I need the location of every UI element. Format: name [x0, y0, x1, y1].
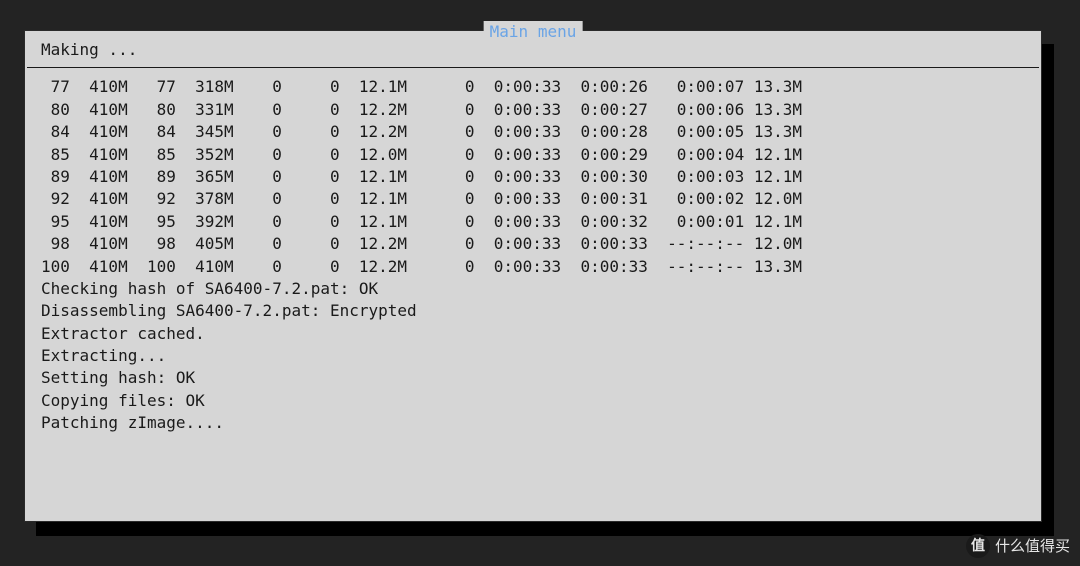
- progress-row: 85 410M 85 352M 0 0 12.0M 0 0:00:33 0:00…: [41, 144, 1025, 166]
- progress-row: 92 410M 92 378M 0 0 12.1M 0 0:00:33 0:00…: [41, 188, 1025, 210]
- status-line: Disassembling SA6400-7.2.pat: Encrypted: [41, 300, 1025, 322]
- download-progress-rows: 77 410M 77 318M 0 0 12.1M 0 0:00:33 0:00…: [41, 76, 1025, 278]
- status-line: Checking hash of SA6400-7.2.pat: OK: [41, 278, 1025, 300]
- progress-row: 80 410M 80 331M 0 0 12.2M 0 0:00:33 0:00…: [41, 99, 1025, 121]
- status-line: Copying files: OK: [41, 390, 1025, 412]
- status-line: Setting hash: OK: [41, 367, 1025, 389]
- progress-row: 84 410M 84 345M 0 0 12.2M 0 0:00:33 0:00…: [41, 121, 1025, 143]
- status-line: Extractor cached.: [41, 323, 1025, 345]
- status-line: Extracting...: [41, 345, 1025, 367]
- watermark: 值 什么值得买: [966, 534, 1070, 558]
- watermark-text: 什么值得买: [995, 536, 1070, 557]
- progress-row: 89 410M 89 365M 0 0 12.1M 0 0:00:33 0:00…: [41, 166, 1025, 188]
- status-messages: Checking hash of SA6400-7.2.pat: OKDisas…: [41, 278, 1025, 435]
- progress-row: 95 410M 95 392M 0 0 12.1M 0 0:00:33 0:00…: [41, 211, 1025, 233]
- progress-row: 77 410M 77 318M 0 0 12.1M 0 0:00:33 0:00…: [41, 76, 1025, 98]
- progress-row: 100 410M 100 410M 0 0 12.2M 0 0:00:33 0:…: [41, 256, 1025, 278]
- progress-row: 98 410M 98 405M 0 0 12.2M 0 0:00:33 0:00…: [41, 233, 1025, 255]
- watermark-badge-icon: 值: [966, 534, 990, 558]
- divider: [27, 67, 1039, 68]
- dialog-title: Main menu: [484, 21, 583, 43]
- status-line: Patching zImage....: [41, 412, 1025, 434]
- terminal-dialog: Main menu Making ... 77 410M 77 318M 0 0…: [24, 30, 1042, 522]
